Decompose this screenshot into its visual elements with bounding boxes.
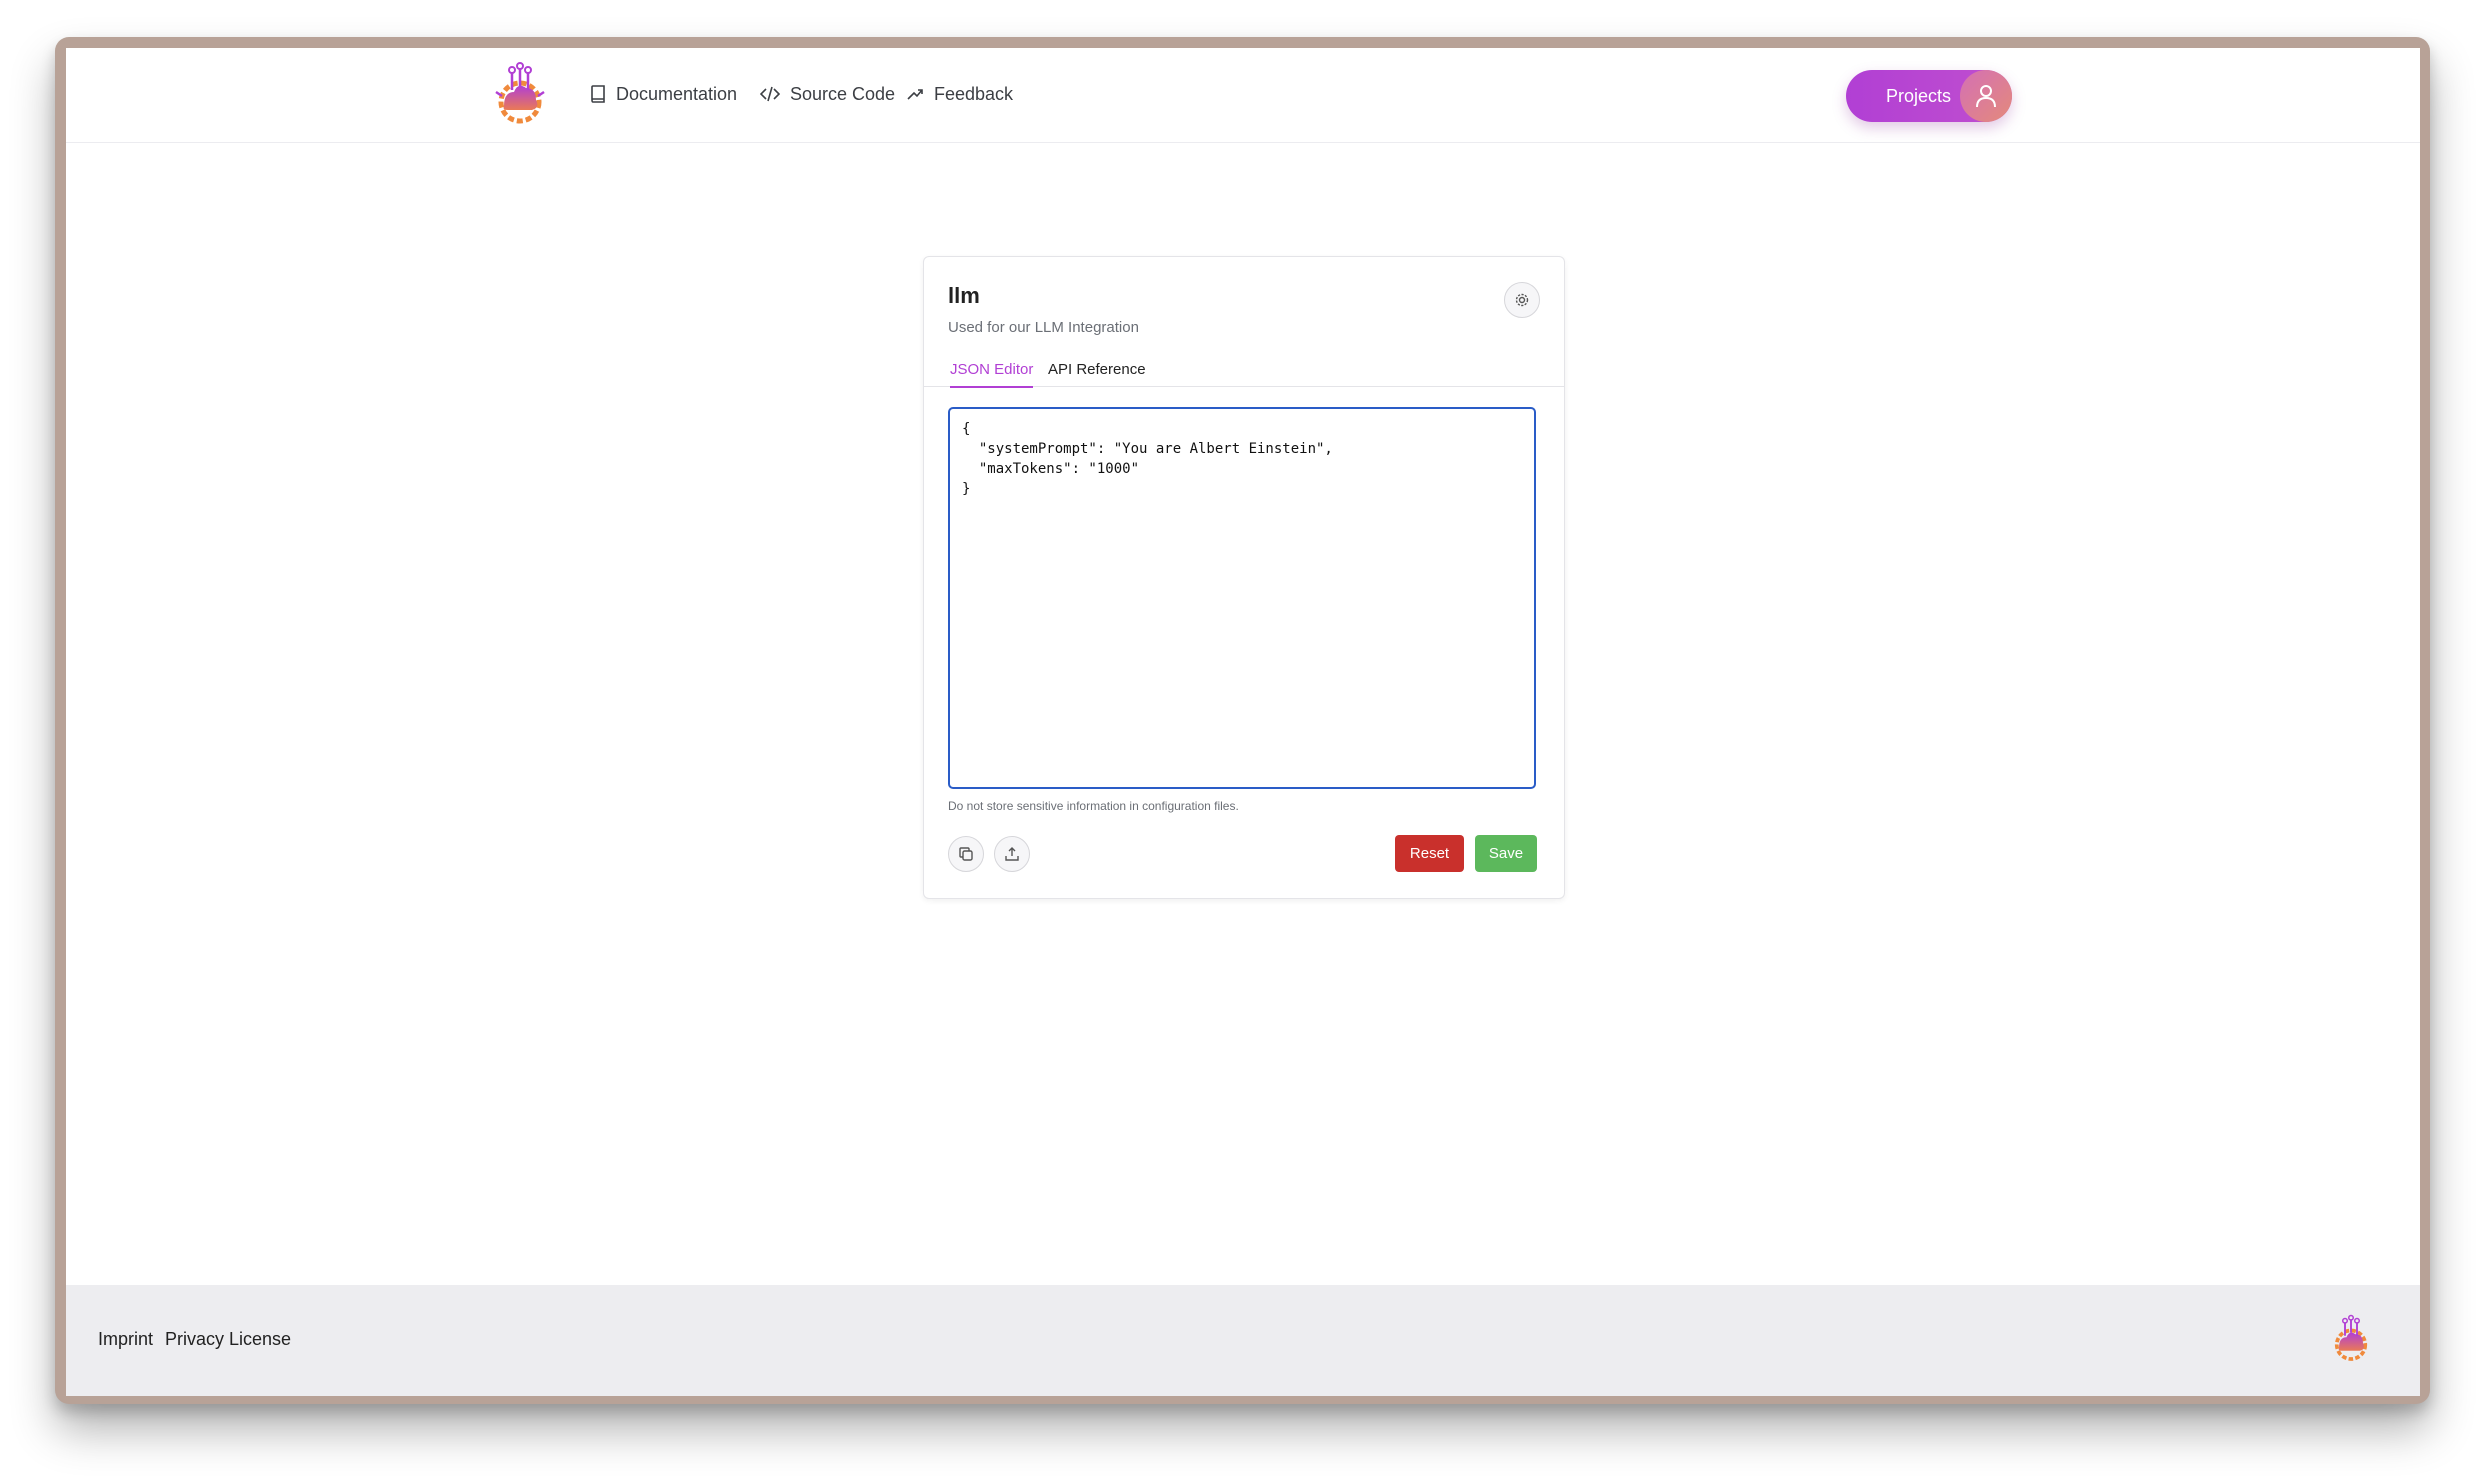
config-title: llm — [948, 283, 980, 308]
footer-imprint-link[interactable]: Imprint — [98, 1329, 153, 1350]
reset-button[interactable]: Reset — [1395, 835, 1464, 872]
security-hint: Do not store sensitive information in co… — [948, 799, 1239, 813]
config-subtitle: Used for our LLM Integration — [948, 319, 1139, 336]
book-icon — [591, 85, 605, 103]
footer-logo-icon — [2334, 1314, 2368, 1361]
nav-source-code-label: Source Code — [790, 83, 896, 104]
upload-button[interactable] — [994, 836, 1030, 872]
footer-license-link[interactable]: License — [229, 1329, 291, 1350]
nav-source-code-link[interactable]: Source Code — [760, 79, 895, 109]
browser-window: Documentation Source Code Feedback Proje… — [66, 48, 2420, 1396]
tab-bar: JSON Editor API Reference — [924, 353, 1564, 388]
upload-icon — [1005, 847, 1019, 861]
footer: Imprint Privacy License — [66, 1285, 2420, 1396]
footer-privacy-link[interactable]: Privacy — [165, 1329, 224, 1350]
projects-button-label: Projects — [1886, 85, 1952, 106]
copy-icon — [959, 847, 973, 861]
user-avatar[interactable] — [1960, 70, 2012, 122]
tab-api-reference[interactable]: API Reference — [1048, 361, 1146, 386]
nav-documentation-label: Documentation — [616, 83, 738, 104]
feedback-icon — [907, 89, 923, 100]
json-editor-textarea[interactable]: { "systemPrompt": "You are Albert Einste… — [948, 407, 1536, 789]
gear-icon — [1515, 293, 1529, 307]
user-icon — [1976, 85, 1996, 108]
save-button[interactable]: Save — [1475, 835, 1537, 872]
nav-feedback-link[interactable]: Feedback — [906, 79, 1013, 109]
app-logo-icon[interactable] — [492, 62, 548, 124]
settings-button[interactable] — [1504, 282, 1540, 318]
copy-button[interactable] — [948, 836, 984, 872]
top-navbar: Documentation Source Code Feedback Proje… — [66, 48, 2420, 143]
nav-feedback-label: Feedback — [934, 83, 1014, 104]
nav-documentation-link[interactable]: Documentation — [590, 79, 737, 109]
tab-json-editor[interactable]: JSON Editor — [950, 361, 1034, 388]
config-card: llm Used for our LLM Integration JSON Ed… — [923, 256, 1565, 899]
code-icon — [760, 86, 780, 102]
projects-button[interactable]: Projects — [1846, 70, 2012, 122]
